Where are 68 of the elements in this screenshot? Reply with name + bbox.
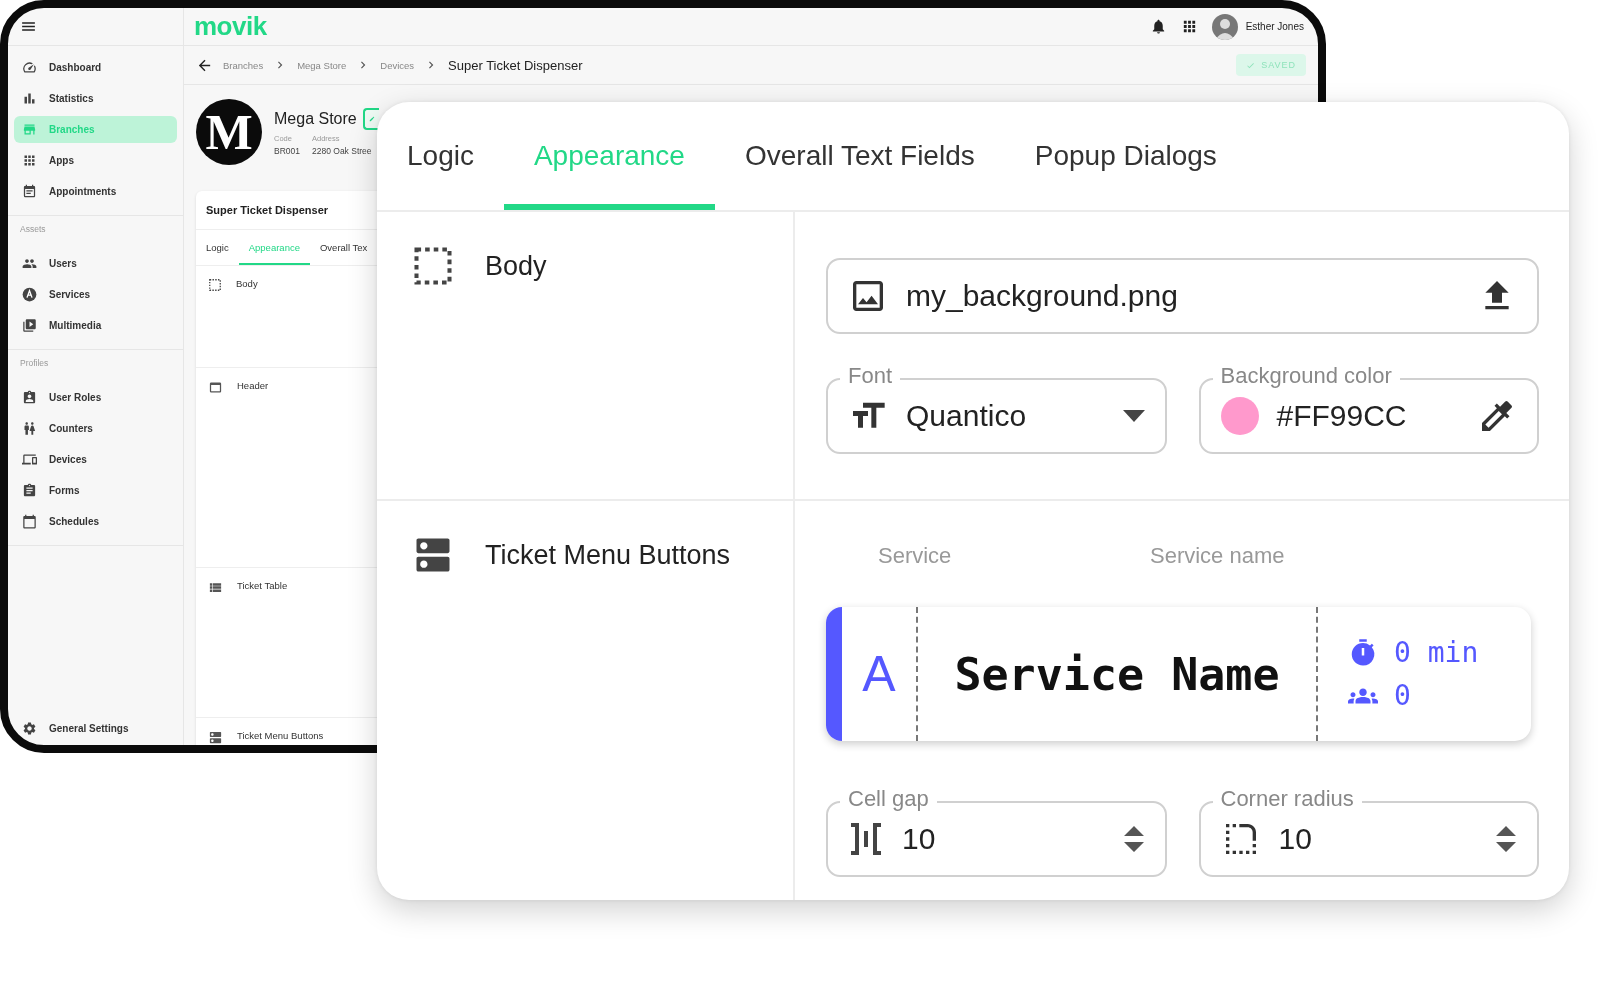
column-header: Service name: [1150, 543, 1286, 569]
service-badge-icon: [22, 287, 37, 302]
stepper-icon[interactable]: [1122, 824, 1145, 854]
field-value: BR001: [274, 146, 300, 156]
section-label[interactable]: Header: [237, 380, 269, 391]
breadcrumb-link[interactable]: Branches: [223, 59, 264, 71]
nav-icon: [22, 60, 37, 75]
nav-icon: [22, 318, 37, 333]
column-header: Service: [878, 543, 953, 569]
breadcrumb-link[interactable]: Super Ticket Dispenser: [448, 57, 583, 73]
sidebar-item[interactable]: Users: [14, 250, 177, 277]
sidebar-item[interactable]: Services: [14, 281, 177, 308]
queue-count: 0: [1394, 679, 1411, 712]
nav-icon: [22, 122, 37, 137]
sidebar-item[interactable]: Multimedia: [14, 312, 177, 339]
section-title: Ticket Menu Buttons: [485, 539, 731, 572]
tab[interactable]: Logic: [196, 230, 239, 265]
section-title: Body: [485, 249, 547, 283]
dashed-square-icon: [208, 278, 222, 292]
user-name: Esther Jones: [1245, 21, 1304, 32]
cell-gap-field[interactable]: Cell gap 10: [826, 785, 1167, 877]
nav-section-title: Assets: [19, 223, 47, 236]
section-label[interactable]: Ticket Menu Buttons: [237, 730, 324, 741]
app-logo: movik: [194, 11, 267, 42]
table-icon: [208, 580, 223, 595]
sidebar-item[interactable]: Dashboard: [14, 54, 177, 81]
nav-icon: [22, 483, 37, 498]
field-value: 2280 Oak Stree: [312, 146, 372, 156]
header-icon: [208, 380, 223, 395]
dropdown-caret-icon[interactable]: [1122, 409, 1145, 422]
nav-icon: [22, 514, 37, 529]
font-select[interactable]: Font Quantico: [826, 361, 1167, 454]
sidebar-item[interactable]: Apps: [14, 147, 177, 174]
tab[interactable]: Overall Tex: [309, 230, 378, 265]
nav-icon: [22, 184, 37, 199]
avatar[interactable]: [1211, 13, 1238, 40]
sidebar-item[interactable]: Appointments: [14, 178, 177, 205]
color-field[interactable]: Background color #FF99CC: [1198, 361, 1539, 454]
corner-radius-field[interactable]: Corner radius 10: [1198, 785, 1539, 877]
wait-time: 0 min: [1394, 636, 1479, 669]
nav-icon: [22, 421, 37, 436]
sidebar-item[interactable]: Devices: [14, 446, 177, 473]
image-upload-field[interactable]: my_background.png: [826, 257, 1539, 334]
breadcrumb-link[interactable]: Mega Store: [297, 59, 347, 71]
sidebar-item[interactable]: Counters: [14, 415, 177, 442]
store-logo: M: [196, 99, 262, 165]
button-list-icon: [208, 730, 223, 745]
cell-gap-icon: [848, 821, 884, 857]
sidebar-item[interactable]: User Roles: [14, 384, 177, 411]
section-label[interactable]: Ticket Table: [237, 580, 288, 591]
sidebar-item[interactable]: Schedules: [14, 508, 177, 535]
nav-icon: [22, 390, 37, 405]
section-label[interactable]: Body: [236, 278, 258, 289]
stepper-icon[interactable]: [1495, 824, 1517, 854]
sidebar-item[interactable]: General Settings: [14, 715, 177, 742]
nav-icon: [22, 153, 37, 168]
breadcrumb-link[interactable]: Devices: [380, 59, 415, 71]
sidebar-item[interactable]: Statistics: [14, 85, 177, 112]
store-name: Mega Store: [274, 110, 357, 128]
settings-icon: [22, 721, 37, 736]
nav-section-title: Profiles: [19, 357, 50, 370]
service-name: Service Name: [918, 607, 1318, 741]
nav-icon: [22, 91, 37, 106]
check-icon: [1246, 60, 1256, 70]
nav-icon: [22, 452, 37, 467]
nav-icon: [22, 256, 37, 271]
service-letter: A: [826, 607, 918, 741]
sidebar-item[interactable]: Forms: [14, 477, 177, 504]
